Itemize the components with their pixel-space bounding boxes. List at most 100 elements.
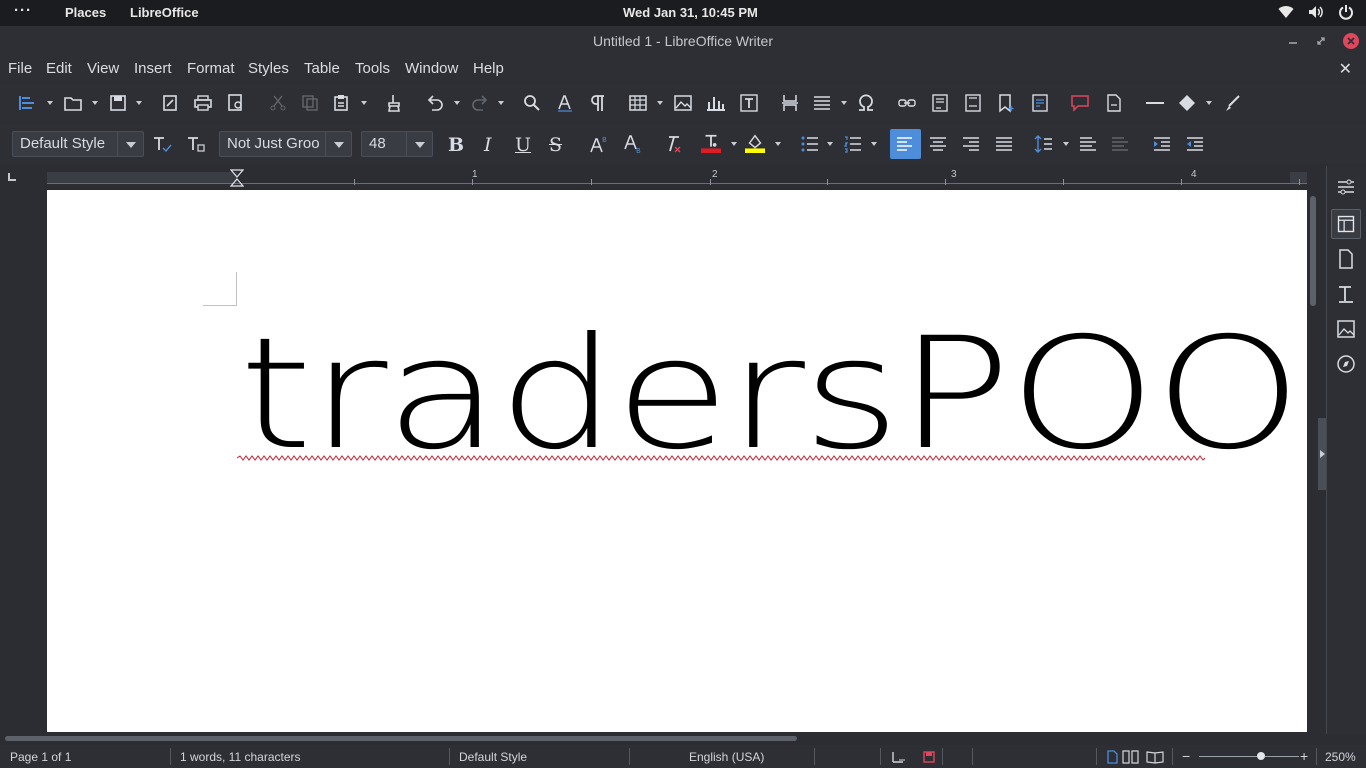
chevron-down-icon[interactable] <box>871 142 877 146</box>
strikethrough-button[interactable]: S <box>549 134 562 156</box>
activities-button[interactable]: ··· <box>14 2 32 19</box>
basic-shapes-icon[interactable] <box>1177 93 1197 113</box>
chevron-down-icon[interactable] <box>841 101 847 105</box>
redo-icon[interactable] <box>470 93 490 113</box>
subscript-icon[interactable]: B <box>623 134 643 154</box>
volume-icon[interactable] <box>1308 4 1324 20</box>
font-name-combo[interactable]: Not Just Groo <box>219 131 352 157</box>
chevron-down-icon[interactable] <box>361 101 367 105</box>
zoom-in-button[interactable]: + <box>1300 748 1308 764</box>
close-window-button[interactable] <box>1343 33 1359 49</box>
undo-icon[interactable] <box>425 93 445 113</box>
menu-tools[interactable]: Tools <box>355 60 390 77</box>
zoom-level[interactable]: 250% <box>1325 750 1356 764</box>
endnote-icon[interactable] <box>963 93 983 113</box>
align-right-icon[interactable] <box>961 134 981 154</box>
increase-indent-icon[interactable] <box>1152 134 1172 154</box>
power-icon[interactable] <box>1338 4 1354 20</box>
paste-icon[interactable] <box>332 93 352 113</box>
minimize-button[interactable] <box>1286 34 1300 48</box>
book-view-icon[interactable] <box>1146 750 1164 764</box>
clear-formatting-icon[interactable] <box>663 134 683 154</box>
justify-icon[interactable] <box>994 134 1014 154</box>
menu-table[interactable]: Table <box>304 60 340 77</box>
insert-page-break-icon[interactable] <box>780 93 800 113</box>
sidebar-properties-icon[interactable] <box>1331 209 1361 239</box>
horizontal-scroll-thumb[interactable] <box>5 736 797 741</box>
cut-icon[interactable] <box>268 93 288 113</box>
hyperlink-icon[interactable] <box>897 93 917 113</box>
insert-comment-icon[interactable] <box>1070 93 1090 113</box>
update-style-icon[interactable] <box>152 134 172 154</box>
open-icon[interactable] <box>63 93 83 113</box>
chevron-down-icon[interactable] <box>775 142 781 146</box>
chevron-down-icon[interactable] <box>1206 101 1212 105</box>
horizontal-ruler[interactable]: 1 2 3 4 <box>47 168 1307 188</box>
sidebar-gallery-icon[interactable] <box>1335 318 1357 340</box>
menu-styles[interactable]: Styles <box>248 60 289 77</box>
spelling-icon[interactable] <box>555 93 575 113</box>
align-center-icon[interactable] <box>928 134 948 154</box>
clone-formatting-icon[interactable] <box>384 93 404 113</box>
print-preview-icon[interactable] <box>226 93 246 113</box>
zoom-slider-track[interactable] <box>1199 756 1299 757</box>
track-changes-icon[interactable] <box>1104 93 1124 113</box>
highlight-color-icon[interactable] <box>745 133 765 153</box>
menu-window[interactable]: Window <box>405 60 458 77</box>
insert-image-icon[interactable] <box>673 93 693 113</box>
single-page-view-icon[interactable] <box>1106 750 1118 764</box>
sidebar-styles-icon[interactable] <box>1335 283 1357 305</box>
chevron-down-icon[interactable] <box>136 101 142 105</box>
chevron-down-icon[interactable] <box>1063 142 1069 146</box>
document-page[interactable]: tradersPOOL <box>47 190 1307 732</box>
page-count[interactable]: Page 1 of 1 <box>10 750 71 764</box>
app-menu[interactable]: LibreOffice <box>130 5 199 20</box>
tab-type-selector[interactable] <box>8 173 16 181</box>
toggle-view-icon[interactable] <box>18 93 38 113</box>
superscript-icon[interactable]: B <box>589 134 609 154</box>
draw-icon[interactable] <box>1222 93 1242 113</box>
chevron-down-icon[interactable] <box>47 101 53 105</box>
menu-edit[interactable]: Edit <box>46 60 72 77</box>
bulleted-list-icon[interactable] <box>800 134 820 154</box>
vertical-scroll-thumb[interactable] <box>1310 196 1316 306</box>
chevron-down-icon[interactable] <box>731 142 737 146</box>
menu-insert[interactable]: Insert <box>134 60 172 77</box>
insert-textbox-icon[interactable] <box>739 93 759 113</box>
chevron-down-icon[interactable] <box>827 142 833 146</box>
insert-chart-icon[interactable] <box>706 93 726 113</box>
language-status[interactable]: English (USA) <box>689 750 764 764</box>
underline-button[interactable]: U <box>515 134 531 156</box>
font-size-combo[interactable]: 48 <box>361 131 433 157</box>
footnote-icon[interactable] <box>930 93 950 113</box>
zoom-slider-knob[interactable] <box>1257 752 1265 760</box>
zoom-out-button[interactable]: − <box>1182 748 1190 764</box>
menu-format[interactable]: Format <box>187 60 235 77</box>
bold-button[interactable]: B <box>448 134 464 156</box>
chevron-down-icon[interactable] <box>406 132 432 156</box>
clock[interactable]: Wed Jan 31, 10:45 PM <box>623 5 758 20</box>
italic-button[interactable]: I <box>484 134 492 156</box>
word-count[interactable]: 1 words, 11 characters <box>180 750 301 764</box>
multi-page-view-icon[interactable] <box>1122 750 1142 764</box>
decrease-paragraph-spacing-icon[interactable] <box>1110 134 1130 154</box>
insert-line-icon[interactable] <box>1145 93 1165 113</box>
chevron-down-icon[interactable] <box>325 132 351 156</box>
insert-mode-icon[interactable] <box>891 750 907 764</box>
maximize-button[interactable] <box>1314 34 1328 48</box>
page-style-status[interactable]: Default Style <box>459 750 527 764</box>
paragraph-style-combo[interactable]: Default Style <box>12 131 144 157</box>
menu-help[interactable]: Help <box>473 60 504 77</box>
cross-reference-icon[interactable] <box>1030 93 1050 113</box>
places-menu[interactable]: Places <box>65 5 106 20</box>
find-replace-icon[interactable] <box>522 93 542 113</box>
special-character-icon[interactable] <box>856 93 876 113</box>
decrease-indent-icon[interactable] <box>1185 134 1205 154</box>
chevron-down-icon[interactable] <box>92 101 98 105</box>
increase-paragraph-spacing-icon[interactable] <box>1078 134 1098 154</box>
chevron-down-icon[interactable] <box>657 101 663 105</box>
document-text[interactable]: tradersPOOL <box>239 318 1307 472</box>
export-pdf-icon[interactable] <box>160 93 180 113</box>
sidebar-page-icon[interactable] <box>1335 248 1357 270</box>
insert-field-icon[interactable] <box>812 93 832 113</box>
